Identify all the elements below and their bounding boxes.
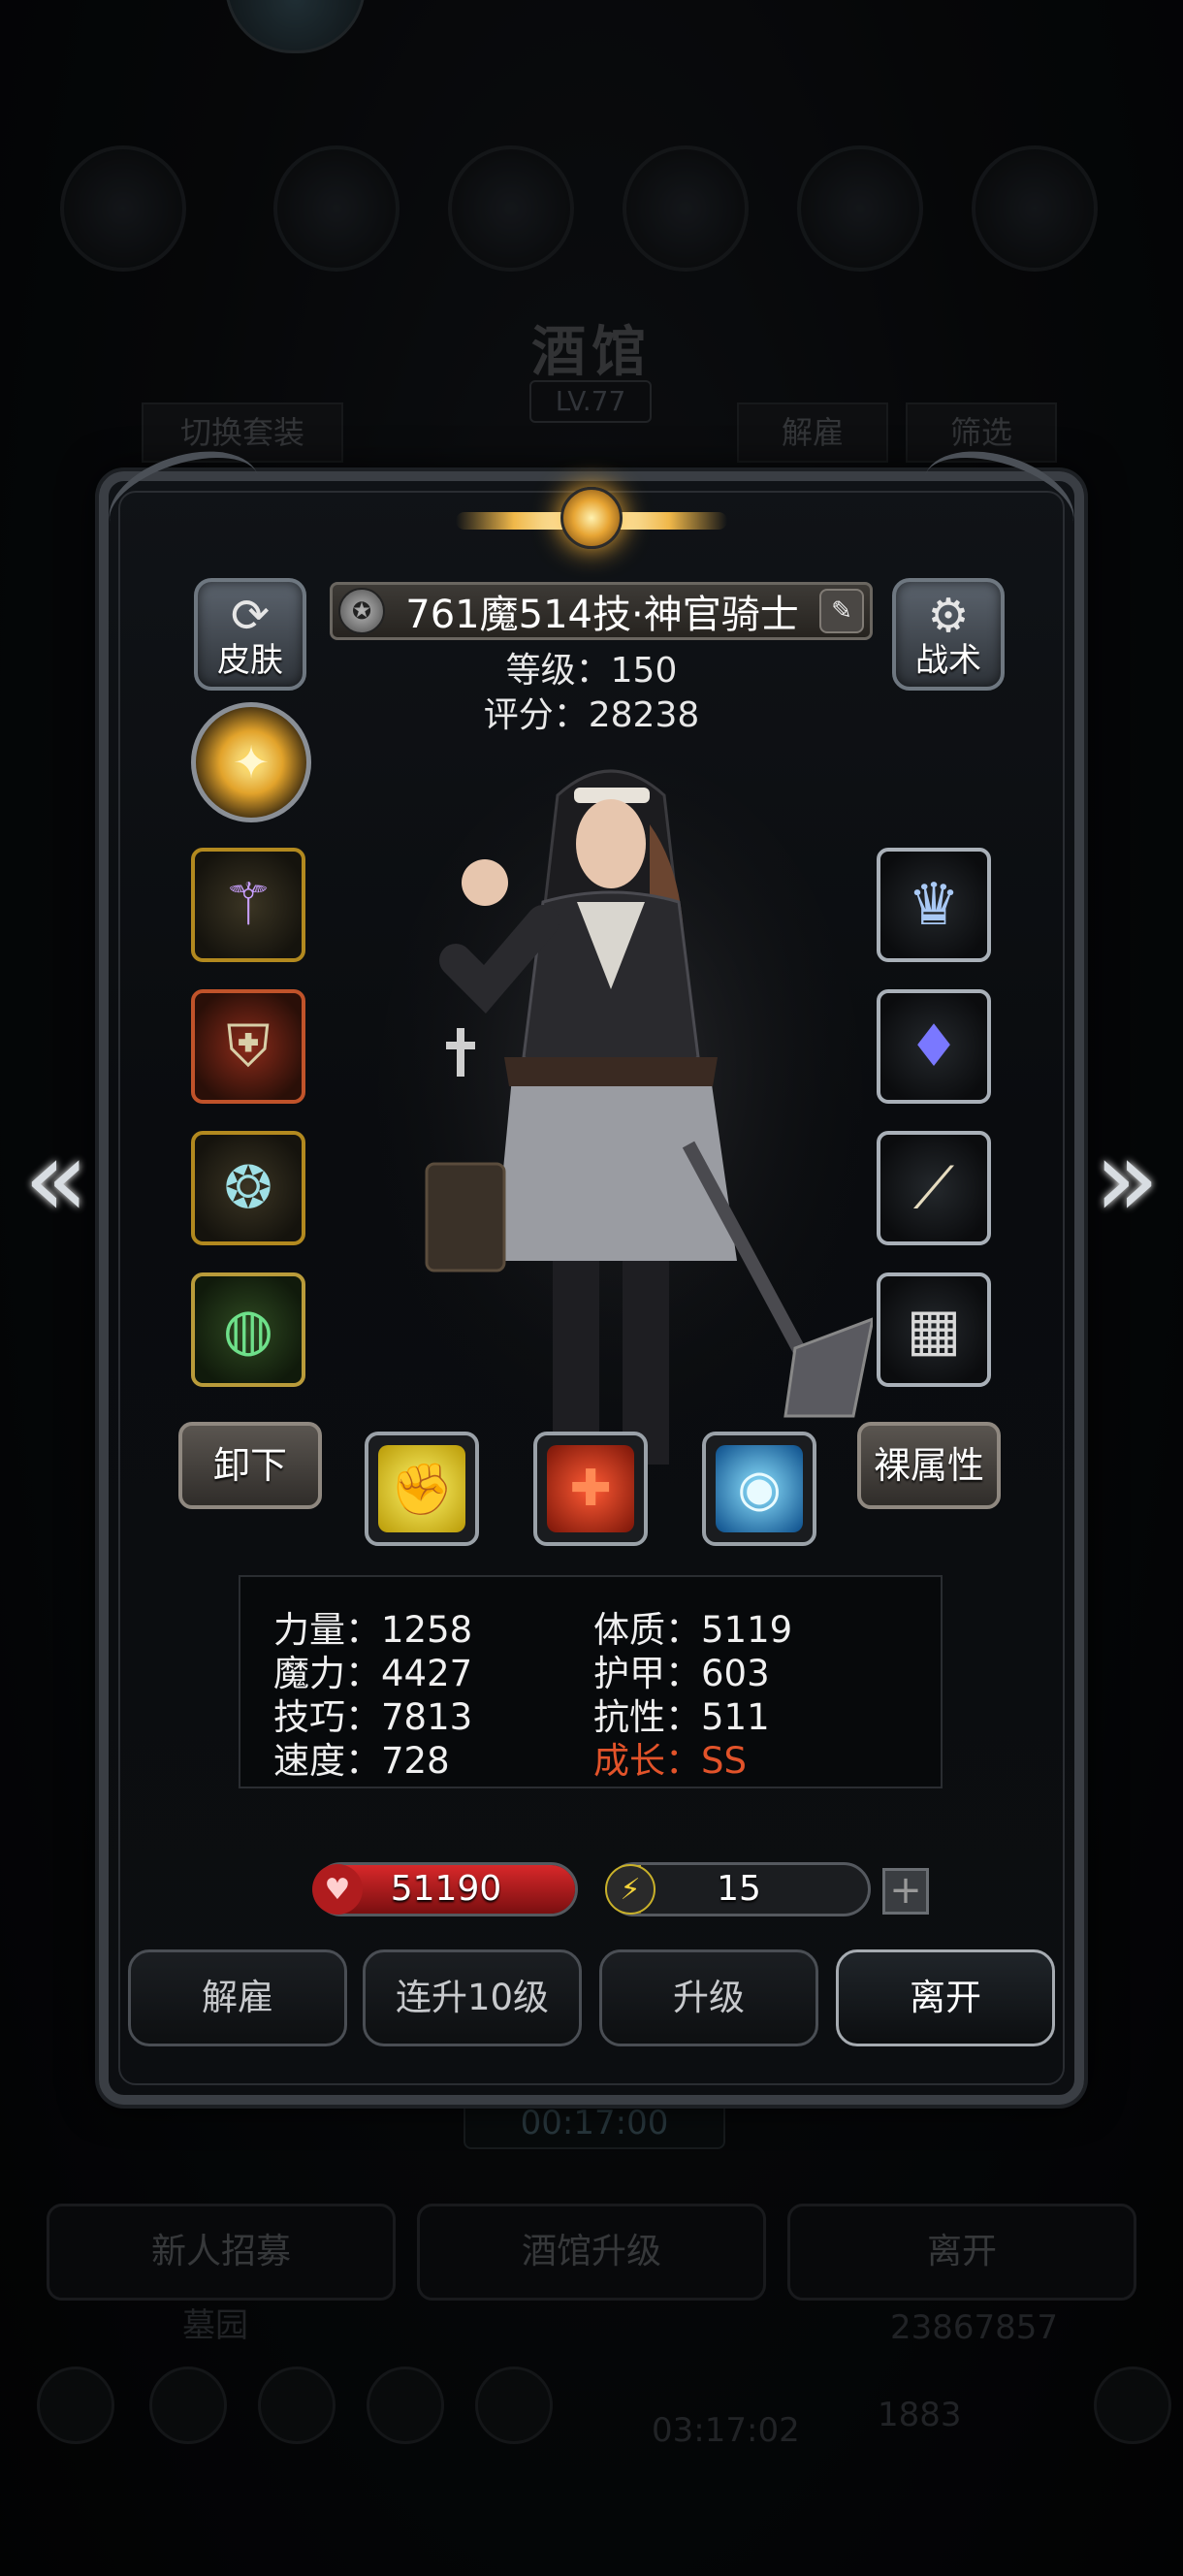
bone-icon[interactable]: ⟋ bbox=[877, 1131, 991, 1245]
unequip-button[interactable]: 卸下 bbox=[178, 1422, 322, 1509]
swap-icon: ⟳ bbox=[230, 589, 271, 643]
heart-icon: ♥ bbox=[312, 1864, 363, 1915]
heal-cross-skill-icon[interactable]: ✚ bbox=[533, 1432, 648, 1546]
prev-hero-arrow-icon[interactable]: « bbox=[17, 1125, 95, 1232]
hero-name-plate: ✪ 761魔514技·神官骑士 ✎ bbox=[330, 582, 873, 640]
stat-growth: 成长：SS bbox=[593, 1740, 747, 1782]
gear-icon: ⚙ bbox=[927, 589, 970, 643]
amulet-icon[interactable]: ❂ bbox=[191, 1131, 305, 1245]
hero-level: 等级：150 bbox=[505, 651, 678, 691]
edit-name-icon[interactable]: ✎ bbox=[819, 589, 864, 633]
next-hero-arrow-icon[interactable]: » bbox=[1088, 1125, 1166, 1232]
fist-skill-icon[interactable]: ✊ bbox=[365, 1432, 479, 1546]
staff-icon[interactable]: ⚚ bbox=[191, 848, 305, 962]
medal-icon: ✪ bbox=[338, 588, 385, 634]
crystal-icon[interactable]: ♦ bbox=[877, 989, 991, 1104]
tiara-icon[interactable]: ♛ bbox=[877, 848, 991, 962]
armor-icon[interactable]: ⛨ bbox=[191, 989, 305, 1104]
hero-portrait bbox=[378, 757, 873, 1465]
hero-score: 评分：28238 bbox=[483, 695, 700, 735]
chainmail-icon[interactable]: ▦ bbox=[877, 1272, 991, 1387]
add-energy-button[interactable]: + bbox=[882, 1868, 929, 1915]
ring-icon[interactable]: ◍ bbox=[191, 1272, 305, 1387]
upgrade-10-button[interactable]: 连升10级 bbox=[363, 1949, 582, 2046]
stat-speed: 速度：728 bbox=[273, 1740, 450, 1782]
lightning-icon: ⚡ bbox=[605, 1864, 655, 1915]
hero-name: 761魔514技·神官骑士 bbox=[405, 593, 799, 637]
leave-button[interactable]: 离开 bbox=[836, 1949, 1055, 2046]
class-emblem-icon[interactable]: ✦ bbox=[191, 702, 311, 822]
dismiss-button[interactable]: 解雇 bbox=[128, 1949, 347, 2046]
stats-panel: 力量：1258 体质：5119 魔力：4427 护甲：603 技巧：7813 抗… bbox=[239, 1575, 943, 1788]
crest-emblem bbox=[456, 475, 727, 572]
upgrade-button[interactable]: 升级 bbox=[599, 1949, 818, 2046]
base-attributes-button[interactable]: 裸属性 bbox=[857, 1422, 1001, 1509]
eye-skill-icon[interactable]: ◉ bbox=[702, 1432, 816, 1546]
